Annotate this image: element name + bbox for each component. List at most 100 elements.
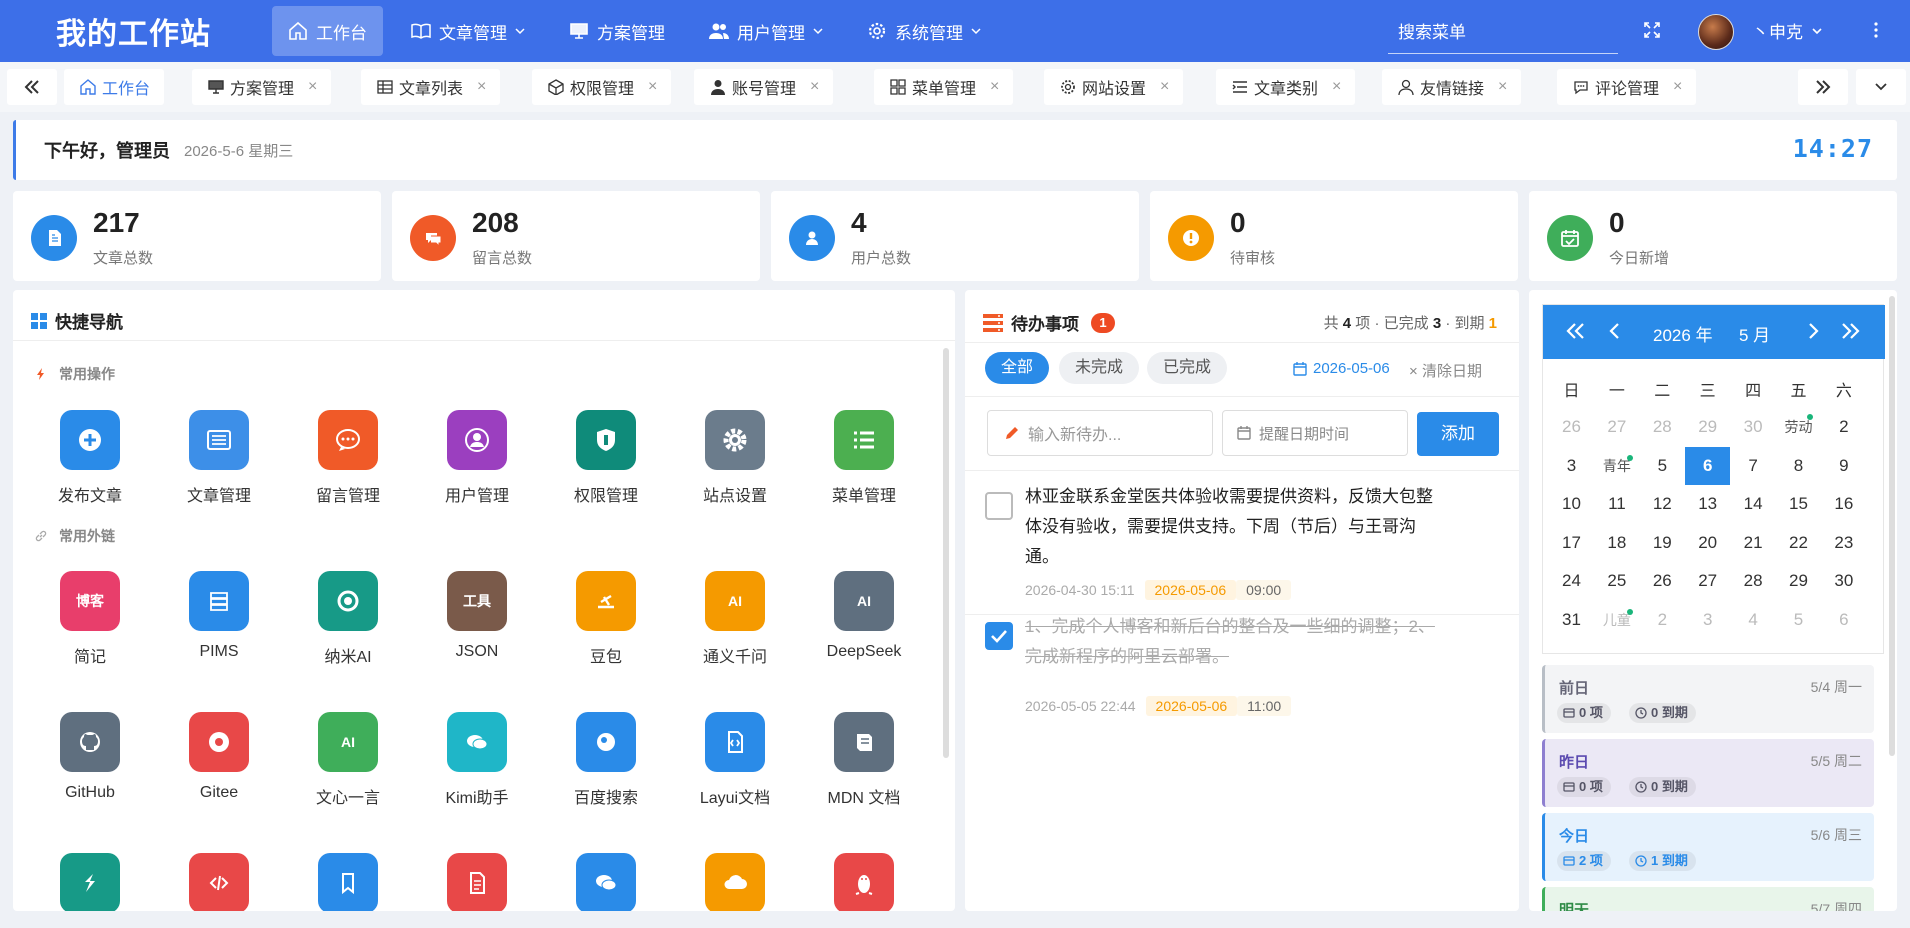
quick-link-9[interactable]: AI 文心一言	[293, 712, 403, 808]
calendar-day[interactable]: 19	[1640, 524, 1685, 562]
quick-link-8[interactable]: Gitee	[164, 712, 274, 802]
tabs-scroll-right-button[interactable]	[1798, 69, 1848, 105]
quick-op-1[interactable]: 文章管理	[164, 410, 274, 506]
tab-4[interactable]: 账号管理 ×	[694, 69, 834, 105]
calendar-day[interactable]: 14	[1731, 485, 1776, 523]
filter-done[interactable]: 已完成	[1147, 352, 1228, 384]
fullscreen-icon[interactable]	[1642, 20, 1662, 40]
quick-link-19[interactable]	[680, 853, 790, 911]
tab-5[interactable]: 菜单管理 ×	[874, 69, 1014, 105]
search-menu-input[interactable]: 搜索菜单	[1388, 10, 1618, 54]
quick-link-13[interactable]: MDN 文档	[809, 712, 919, 808]
calendar-day[interactable]: 11	[1594, 485, 1639, 523]
stat-card-4[interactable]: 0 今日新增	[1529, 191, 1897, 281]
quick-link-4[interactable]: 豆包	[551, 571, 661, 667]
scrollbar[interactable]	[1889, 296, 1895, 756]
tab-2[interactable]: 文章列表 ×	[361, 69, 501, 105]
close-icon[interactable]: ×	[308, 78, 317, 96]
calendar-day[interactable]: 28	[1731, 562, 1776, 600]
new-todo-input[interactable]: 输入新待办...	[987, 410, 1213, 456]
close-icon[interactable]: ×	[648, 78, 657, 96]
quick-link-5[interactable]: AI 通义千问	[680, 571, 790, 667]
close-icon[interactable]: ×	[1673, 78, 1682, 96]
quick-link-15[interactable]	[164, 853, 274, 911]
filter-all[interactable]: 全部	[985, 352, 1050, 384]
quick-link-17[interactable]	[422, 853, 532, 911]
calendar-day[interactable]: 27	[1685, 562, 1730, 600]
quick-link-11[interactable]: 百度搜索	[551, 712, 661, 808]
quick-link-2[interactable]: 纳米AI	[293, 571, 403, 667]
next-year-icon[interactable]	[1839, 319, 1863, 343]
calendar-day[interactable]: 儿童	[1594, 601, 1639, 639]
calendar-day[interactable]: 30	[1731, 408, 1776, 446]
calendar-day-today[interactable]: 6	[1685, 446, 1731, 485]
quick-link-16[interactable]	[293, 853, 403, 911]
quick-link-14[interactable]	[35, 853, 145, 911]
calendar-day[interactable]: 6	[1821, 601, 1866, 639]
calendar-day[interactable]: 21	[1731, 524, 1776, 562]
tab-7[interactable]: 文章类别 ×	[1216, 69, 1356, 105]
prev-month-icon[interactable]	[1603, 319, 1627, 343]
calendar-day[interactable]: 劳动	[1776, 408, 1821, 446]
quick-op-0[interactable]: 发布文章	[35, 410, 145, 506]
close-icon[interactable]: ×	[810, 78, 819, 96]
todo-checkbox[interactable]	[985, 492, 1013, 520]
user-menu[interactable]: 丶申克	[1752, 18, 1823, 43]
close-icon[interactable]: ×	[1498, 78, 1507, 96]
quick-link-18[interactable]	[551, 853, 661, 911]
calendar-year[interactable]: 2026 年	[1653, 321, 1713, 346]
calendar-day[interactable]: 3	[1549, 447, 1594, 485]
nav-item-1[interactable]: 文章管理	[395, 6, 541, 56]
calendar-day[interactable]: 12	[1640, 485, 1685, 523]
date-filter[interactable]: 2026-05-06	[1293, 360, 1390, 377]
todo-text[interactable]: 1、完成个人博客和新后台的整合及一些细的调整；2、完成新程序的阿里云部署。	[1025, 612, 1435, 672]
close-icon[interactable]: ×	[1160, 78, 1169, 96]
calendar-day[interactable]: 26	[1640, 562, 1685, 600]
nav-item-3[interactable]: 用户管理	[693, 6, 839, 56]
stat-card-0[interactable]: 217 文章总数	[13, 191, 381, 281]
calendar-day[interactable]: 5	[1776, 601, 1821, 639]
quick-link-10[interactable]: Kimi助手	[422, 712, 532, 808]
tab-3[interactable]: 权限管理 ×	[532, 69, 672, 105]
more-vertical-icon[interactable]	[1866, 20, 1886, 40]
close-icon[interactable]: ×	[1332, 78, 1341, 96]
calendar-day[interactable]: 8	[1776, 447, 1821, 485]
calendar-day[interactable]: 2	[1821, 408, 1866, 446]
day-summary-0[interactable]: 前日 5/4 周一 0 项 0 到期	[1542, 665, 1874, 733]
calendar-day[interactable]: 25	[1594, 562, 1639, 600]
close-icon[interactable]: ×	[990, 78, 999, 96]
calendar-day[interactable]: 5	[1640, 447, 1685, 485]
quick-link-1[interactable]: PIMS	[164, 571, 274, 661]
calendar-day[interactable]: 23	[1821, 524, 1866, 562]
quick-op-3[interactable]: 用户管理	[422, 410, 532, 506]
calendar-day[interactable]: 20	[1685, 524, 1730, 562]
tab-9[interactable]: 评论管理 ×	[1557, 69, 1697, 105]
stat-card-1[interactable]: 208 留言总数	[392, 191, 760, 281]
nav-item-2[interactable]: 方案管理	[553, 6, 681, 56]
quick-link-12[interactable]: Layui文档	[680, 712, 790, 808]
calendar-day[interactable]: 16	[1821, 485, 1866, 523]
quick-link-7[interactable]: GitHub	[35, 712, 145, 802]
calendar-day[interactable]: 3	[1685, 601, 1730, 639]
calendar-day[interactable]: 28	[1640, 408, 1685, 446]
remind-datetime-input[interactable]: 提醒日期时间	[1222, 410, 1408, 456]
calendar-day[interactable]: 13	[1685, 485, 1730, 523]
nav-item-4[interactable]: 系统管理	[851, 6, 997, 56]
day-summary-1[interactable]: 昨日 5/5 周二 0 项 0 到期	[1542, 739, 1874, 807]
tab-8[interactable]: 友情链接 ×	[1382, 69, 1522, 105]
stat-card-2[interactable]: 4 用户总数	[771, 191, 1139, 281]
tab-6[interactable]: 网站设置 ×	[1044, 69, 1184, 105]
quick-op-4[interactable]: 权限管理	[551, 410, 661, 506]
calendar-day[interactable]: 7	[1731, 447, 1776, 485]
calendar-day[interactable]: 26	[1549, 408, 1594, 446]
calendar-day[interactable]: 4	[1731, 601, 1776, 639]
quick-op-5[interactable]: 站点设置	[680, 410, 790, 506]
quick-op-6[interactable]: 菜单管理	[809, 410, 919, 506]
tabs-dropdown-button[interactable]	[1856, 69, 1906, 105]
tabs-scroll-left-button[interactable]	[7, 69, 57, 105]
quick-link-0[interactable]: 博客 简记	[35, 571, 145, 667]
calendar-day[interactable]: 9	[1821, 447, 1866, 485]
calendar-day[interactable]: 31	[1549, 601, 1594, 639]
todo-text[interactable]: 林亚金联系金堂医共体验收需要提供资料，反馈大包整体没有验收，需要提供支持。下周（…	[1025, 482, 1435, 572]
calendar-day[interactable]: 青年	[1594, 447, 1639, 485]
